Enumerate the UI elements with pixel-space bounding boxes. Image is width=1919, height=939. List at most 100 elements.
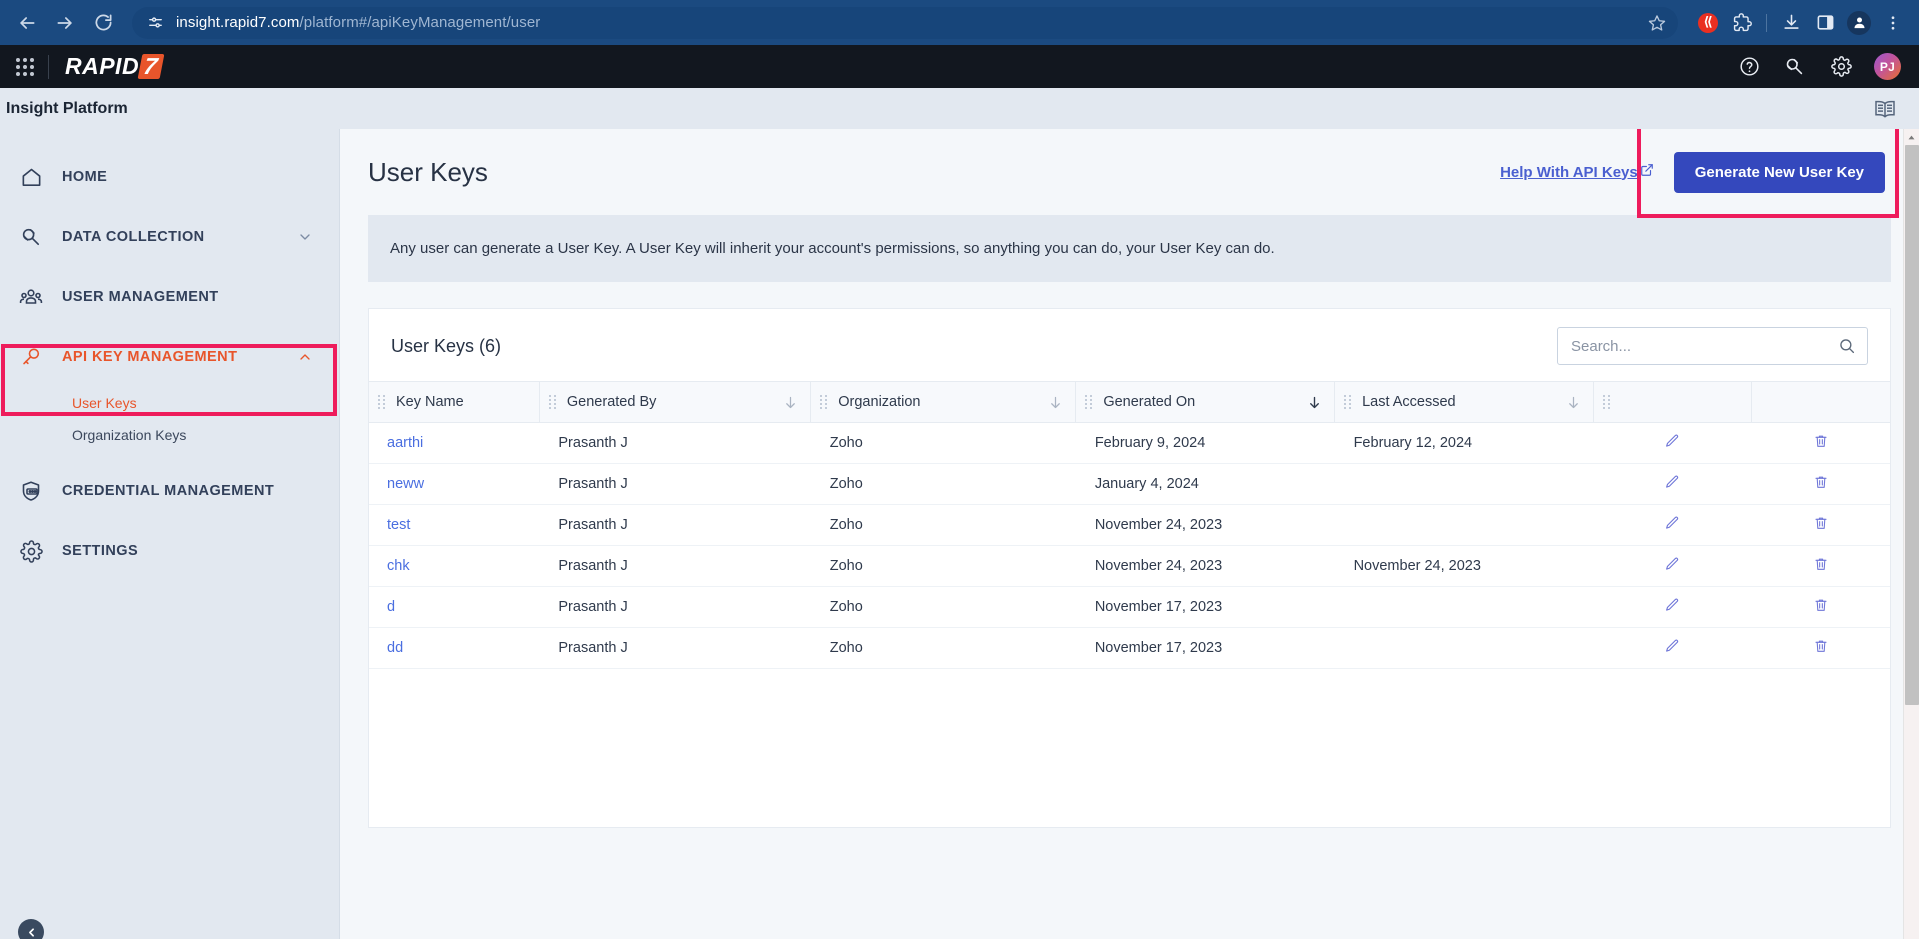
- trash-delete-icon[interactable]: [1813, 474, 1829, 490]
- edit-pencil-icon[interactable]: [1664, 556, 1680, 572]
- info-banner: Any user can generate a User Key. A User…: [368, 215, 1891, 282]
- trash-delete-icon[interactable]: [1813, 556, 1829, 572]
- key-name-link[interactable]: aarthi: [387, 435, 423, 451]
- profile-avatar-icon[interactable]: [1843, 7, 1875, 39]
- cell-delete-action: [1751, 422, 1890, 464]
- cell-key-name: d: [369, 586, 540, 628]
- table-row: dd Prasanth J Zoho November 17, 2023: [369, 627, 1890, 669]
- site-settings-icon[interactable]: [144, 12, 166, 34]
- trash-delete-icon[interactable]: [1813, 638, 1829, 654]
- cell-generated-by: Prasanth J: [539, 627, 811, 669]
- search-input[interactable]: [1557, 327, 1868, 365]
- column-header-last-accessed[interactable]: Last Accessed: [1334, 381, 1594, 423]
- credential-shield-icon: [18, 478, 44, 504]
- chevron-up-icon[interactable]: [297, 349, 313, 365]
- sidebar: HOME DATA COLLECTION USER MANAGEMENT API…: [0, 129, 339, 939]
- extensions-puzzle-icon[interactable]: [1726, 7, 1758, 39]
- cell-generated-by: Prasanth J: [539, 422, 811, 464]
- edit-pencil-icon[interactable]: [1664, 474, 1680, 490]
- open-book-icon[interactable]: [1873, 97, 1897, 121]
- key-name-link[interactable]: test: [387, 517, 410, 533]
- apps-grid-icon[interactable]: [8, 50, 42, 84]
- trash-delete-icon[interactable]: [1813, 433, 1829, 449]
- drag-handle-dots-icon[interactable]: [1602, 393, 1611, 411]
- key-name-link[interactable]: neww: [387, 476, 424, 492]
- user-keys-table-card: User Keys (6) Search... Key Name Generat…: [368, 308, 1891, 828]
- plug-icon[interactable]: [1782, 54, 1808, 80]
- gear-icon[interactable]: [1828, 54, 1854, 80]
- address-bar[interactable]: insight.rapid7.com/platform#/apiKeyManag…: [132, 6, 1678, 39]
- column-header-key-name[interactable]: Key Name: [369, 381, 540, 423]
- sidebar-item-user-management[interactable]: USER MANAGEMENT: [0, 267, 339, 327]
- sidebar-item-settings[interactable]: SETTINGS: [0, 521, 339, 581]
- generate-new-user-key-button[interactable]: Generate New User Key: [1673, 151, 1885, 193]
- key-name-link[interactable]: dd: [387, 640, 403, 656]
- url-text: insight.rapid7.com/platform#/apiKeyManag…: [176, 14, 541, 31]
- search-icon[interactable]: [1838, 337, 1856, 355]
- sort-down-arrow-icon[interactable]: [1048, 395, 1063, 410]
- sort-down-arrow-icon[interactable]: [783, 395, 798, 410]
- user-keys-table: Key Name Generated By Organization Gener…: [369, 381, 1890, 669]
- sidebar-item-label: USER MANAGEMENT: [62, 289, 219, 305]
- back-arrow-icon[interactable]: [10, 6, 44, 40]
- app-header: RAPID 7 PJ: [0, 45, 1919, 88]
- avatar[interactable]: PJ: [1874, 53, 1901, 80]
- sidebar-item-label: API KEY MANAGEMENT: [62, 349, 238, 365]
- sidebar-item-home[interactable]: HOME: [0, 147, 339, 207]
- table-row: d Prasanth J Zoho November 17, 2023: [369, 586, 1890, 628]
- sort-down-arrow-icon[interactable]: [1307, 395, 1322, 410]
- help-circle-icon[interactable]: [1736, 54, 1762, 80]
- downloads-icon[interactable]: [1775, 7, 1807, 39]
- sidebar-item-label: CREDENTIAL MANAGEMENT: [62, 483, 275, 499]
- sidebar-item-api-key-management[interactable]: API KEY MANAGEMENT: [0, 327, 339, 387]
- sidebar-item-user-keys[interactable]: User Keys: [0, 387, 339, 419]
- cell-key-name: chk: [369, 545, 540, 587]
- trash-delete-icon[interactable]: [1813, 597, 1829, 613]
- key-name-link[interactable]: chk: [387, 558, 410, 574]
- forward-arrow-icon[interactable]: [48, 6, 82, 40]
- page-title: User Keys: [368, 156, 488, 187]
- cell-generated-by: Prasanth J: [539, 504, 811, 546]
- cell-edit-action: [1593, 504, 1752, 546]
- scrollbar-thumb[interactable]: [1905, 145, 1919, 705]
- column-header-generated-by[interactable]: Generated By: [538, 381, 811, 423]
- sidebar-collapse-button[interactable]: [18, 919, 44, 939]
- edit-pencil-icon[interactable]: [1664, 433, 1680, 449]
- table-header: Key Name Generated By Organization Gener…: [369, 381, 1890, 423]
- rapid7-logo[interactable]: RAPID 7: [65, 53, 165, 80]
- sort-down-arrow-icon[interactable]: [1566, 395, 1581, 410]
- home-icon: [18, 164, 44, 190]
- drag-handle-dots-icon[interactable]: [377, 393, 386, 411]
- side-panel-icon[interactable]: [1809, 7, 1841, 39]
- drag-handle-dots-icon[interactable]: [548, 393, 557, 411]
- star-icon[interactable]: [1648, 14, 1666, 32]
- sidebar-item-data-collection[interactable]: DATA COLLECTION: [0, 207, 339, 267]
- help-with-api-keys-link[interactable]: Help With API Keys: [1500, 163, 1654, 181]
- reload-icon[interactable]: [86, 6, 120, 40]
- chrome-menu-icon[interactable]: [1877, 7, 1909, 39]
- cell-generated-on: February 9, 2024: [1075, 422, 1335, 464]
- edit-pencil-icon[interactable]: [1664, 515, 1680, 531]
- cell-edit-action: [1593, 627, 1752, 669]
- cell-delete-action: [1751, 545, 1890, 587]
- key-name-link[interactable]: d: [387, 599, 395, 615]
- drag-handle-dots-icon[interactable]: [1343, 393, 1352, 411]
- column-header-generated-on[interactable]: Generated On: [1075, 381, 1335, 423]
- drag-handle-dots-icon[interactable]: [1084, 393, 1093, 411]
- header-divider: [48, 54, 49, 79]
- trash-delete-icon[interactable]: [1813, 515, 1829, 531]
- edit-pencil-icon[interactable]: [1664, 597, 1680, 613]
- edit-pencil-icon[interactable]: [1664, 638, 1680, 654]
- main-scrollbar[interactable]: [1903, 129, 1919, 939]
- column-header-organization[interactable]: Organization: [810, 381, 1076, 423]
- sidebar-item-credential-management[interactable]: CREDENTIAL MANAGEMENT: [0, 461, 339, 521]
- sidebar-item-label: DATA COLLECTION: [62, 229, 205, 245]
- extension-red-icon[interactable]: ⟪: [1692, 7, 1724, 39]
- sidebar-item-organization-keys[interactable]: Organization Keys: [0, 419, 339, 451]
- drag-handle-dots-icon[interactable]: [819, 393, 828, 411]
- chevron-down-icon[interactable]: [297, 229, 313, 245]
- cell-generated-on: November 17, 2023: [1075, 586, 1335, 628]
- column-header-label: Organization: [838, 394, 921, 410]
- scrollbar-up-arrow-icon[interactable]: [1904, 129, 1919, 145]
- column-header-label: Generated By: [566, 394, 657, 410]
